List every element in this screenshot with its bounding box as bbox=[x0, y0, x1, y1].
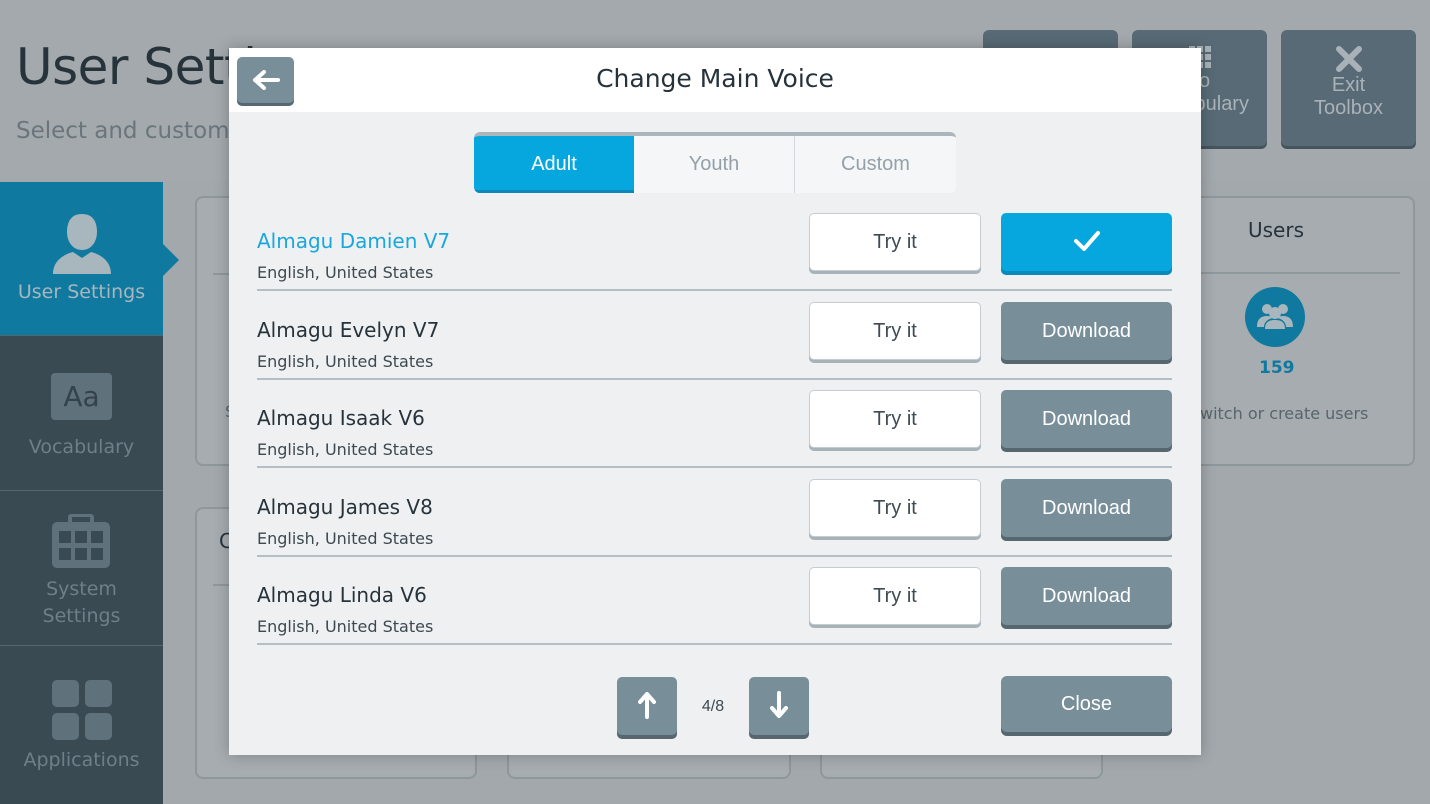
change-voice-dialog: Change Main Voice Adult Youth Custom Alm… bbox=[229, 48, 1201, 755]
voice-list-item: Almagu Linda V6 English, United States T… bbox=[257, 567, 1172, 656]
user-icon bbox=[51, 212, 113, 274]
voice-language: English, United States bbox=[257, 617, 434, 636]
voice-name: Almagu Damien V7 bbox=[257, 229, 451, 253]
users-card-description: witch or create users bbox=[1200, 404, 1369, 423]
voice-language: English, United States bbox=[257, 263, 434, 282]
tab-adult[interactable]: Adult bbox=[474, 136, 634, 193]
dialog-title: Change Main Voice bbox=[596, 64, 834, 93]
sidebar-item-label-2: Settings bbox=[42, 605, 121, 627]
try-it-button[interactable]: Try it bbox=[809, 302, 981, 360]
voice-category-tabs: Adult Youth Custom bbox=[474, 132, 956, 193]
sidebar-item-applications[interactable]: Applications bbox=[0, 647, 163, 801]
checkmark-icon bbox=[1073, 230, 1101, 252]
arrow-down-icon bbox=[769, 691, 789, 719]
exit-toolbox-label-2: Toolbox bbox=[1314, 97, 1383, 119]
try-it-button[interactable]: Try it bbox=[809, 390, 981, 448]
voice-name: Almagu James V8 bbox=[257, 495, 433, 519]
voice-language: English, United States bbox=[257, 352, 434, 371]
row-divider bbox=[257, 643, 1172, 645]
sidebar-item-label-1: System bbox=[46, 578, 117, 600]
download-button[interactable]: Download bbox=[1001, 479, 1172, 537]
dialog-header: Change Main Voice bbox=[229, 48, 1201, 112]
voice-name: Almagu Evelyn V7 bbox=[257, 318, 440, 342]
row-divider bbox=[257, 466, 1172, 468]
toolbox-icon bbox=[52, 514, 110, 568]
download-button[interactable]: Download bbox=[1001, 390, 1172, 448]
voice-list-item: Almagu James V8 English, United States T… bbox=[257, 479, 1172, 568]
arrow-up-icon bbox=[637, 691, 657, 719]
exit-toolbox-label-1: Exit bbox=[1331, 74, 1366, 96]
sidebar-item-system-settings[interactable]: System Settings bbox=[0, 492, 163, 646]
try-it-button[interactable]: Try it bbox=[809, 213, 981, 271]
users-group-icon bbox=[1245, 287, 1305, 347]
row-divider bbox=[257, 555, 1172, 557]
sidebar: User Settings Aa Vocabulary System Setti… bbox=[0, 182, 179, 804]
try-it-button[interactable]: Try it bbox=[809, 479, 981, 537]
sidebar-item-vocabulary[interactable]: Aa Vocabulary bbox=[0, 337, 163, 491]
vocabulary-aa-icon: Aa bbox=[51, 373, 112, 420]
page-subtitle: Select and customize bbox=[16, 118, 263, 144]
voice-name: Almagu Linda V6 bbox=[257, 583, 427, 607]
voice-language: English, United States bbox=[257, 529, 434, 548]
sidebar-item-label: Applications bbox=[23, 749, 140, 771]
close-button[interactable]: Close bbox=[1001, 676, 1172, 732]
sidebar-item-user-settings[interactable]: User Settings bbox=[0, 182, 163, 336]
row-divider bbox=[257, 289, 1172, 291]
tab-custom[interactable]: Custom bbox=[795, 136, 956, 193]
close-icon bbox=[1281, 46, 1416, 72]
page-up-button[interactable] bbox=[617, 677, 677, 735]
voice-language: English, United States bbox=[257, 440, 434, 459]
active-pointer bbox=[163, 244, 179, 276]
sidebar-item-label: Vocabulary bbox=[28, 436, 135, 458]
exit-toolbox-button[interactable]: Exit Toolbox bbox=[1281, 30, 1416, 146]
download-button[interactable]: Download bbox=[1001, 302, 1172, 360]
voice-list-item: Almagu Evelyn V7 English, United States … bbox=[257, 302, 1172, 391]
voice-list-item: Almagu Damien V7 English, United States … bbox=[257, 213, 1172, 302]
selected-voice-button[interactable] bbox=[1001, 213, 1172, 271]
row-divider bbox=[257, 378, 1172, 380]
tab-youth[interactable]: Youth bbox=[634, 136, 794, 193]
apps-grid-icon bbox=[52, 680, 112, 740]
download-button[interactable]: Download bbox=[1001, 567, 1172, 625]
try-it-button[interactable]: Try it bbox=[809, 567, 981, 625]
users-count: 159 bbox=[1259, 358, 1295, 378]
voice-list-item: Almagu Isaak V6 English, United States T… bbox=[257, 390, 1172, 479]
voice-name: Almagu Isaak V6 bbox=[257, 406, 425, 430]
page-down-button[interactable] bbox=[749, 677, 809, 735]
sidebar-item-label: User Settings bbox=[17, 281, 146, 303]
page-indicator: 4/8 bbox=[701, 698, 725, 715]
users-card-title: Users bbox=[1248, 218, 1305, 242]
